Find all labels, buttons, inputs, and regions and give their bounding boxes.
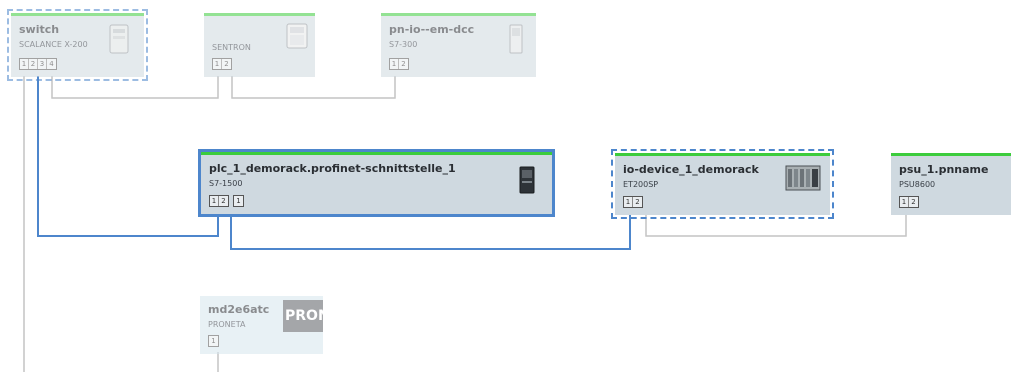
switch-device-icon [109, 24, 129, 54]
port-1[interactable]: 1 [234, 196, 243, 206]
device-name: pn-io--em-dcc [389, 23, 475, 36]
port-group: 1 2 [209, 195, 229, 207]
port-2[interactable]: 2 [633, 197, 642, 207]
port-2[interactable]: 2 [219, 196, 228, 206]
port-bar: 1 2 [212, 58, 232, 70]
device-node-plc[interactable]: plc_1_demorack.profinet-schnittstelle_1 … [198, 149, 555, 217]
link-switch-sentron[interactable] [51, 76, 219, 99]
port-1[interactable]: 1 [624, 197, 633, 207]
port-bar: 1 2 [623, 196, 643, 208]
port-1[interactable]: 1 [210, 196, 219, 206]
s7-300-device-icon [509, 24, 523, 54]
sentron-device-icon [286, 23, 308, 49]
port-bar: 1 2 [899, 196, 919, 208]
port-group: 1 2 [623, 196, 643, 208]
port-1[interactable]: 1 [20, 59, 29, 69]
device-node-switch[interactable]: switch SCALANCE X-200 1 2 3 4 [7, 9, 148, 81]
device-type: PSU8600 [899, 180, 936, 189]
port-bar: 1 [208, 335, 219, 347]
port-bar: 1 2 3 4 [19, 58, 57, 70]
link-sentron-pnio[interactable] [231, 76, 396, 99]
port-group: 1 [233, 195, 244, 207]
device-node-psu[interactable]: psu_1.pnname PSU8600 1 2 [891, 153, 1011, 215]
device-name: plc_1_demorack.profinet-schnittstelle_1 [209, 162, 456, 175]
device-name: md2e6atc [208, 303, 270, 316]
link-plc-iodevice[interactable] [230, 211, 631, 250]
device-name: io-device_1_demorack [623, 163, 759, 176]
port-4[interactable]: 4 [47, 59, 56, 69]
port-bar: 1 2 [389, 58, 409, 70]
port-1[interactable]: 1 [900, 197, 909, 207]
device-node-proneta[interactable]: md2e6atc PRONETA PRON 1 [200, 296, 323, 354]
device-type: S7-1500 [209, 179, 243, 188]
port-2[interactable]: 2 [399, 59, 408, 69]
port-3[interactable]: 3 [38, 59, 47, 69]
port-group: 1 2 3 4 [19, 58, 57, 70]
device-type: SENTRON [212, 43, 251, 52]
device-type: SCALANCE X-200 [19, 40, 88, 49]
device-name: psu_1.pnname [899, 163, 989, 176]
port-bar: 1 2 1 [209, 195, 244, 207]
port-2[interactable]: 2 [29, 59, 38, 69]
port-group: 1 2 [899, 196, 919, 208]
device-type: S7-300 [389, 40, 418, 49]
et200sp-device-icon [785, 165, 821, 191]
device-type: ET200SP [623, 180, 659, 189]
device-node-io-device[interactable]: io-device_1_demorack ET200SP 1 2 [611, 149, 834, 219]
port-1[interactable]: 1 [209, 336, 218, 346]
port-group: 1 [208, 335, 219, 347]
device-name: switch [19, 23, 60, 36]
port-2[interactable]: 2 [222, 59, 231, 69]
proneta-logo-icon: PRON [283, 300, 323, 332]
port-1[interactable]: 1 [390, 59, 399, 69]
port-1[interactable]: 1 [213, 59, 222, 69]
device-type: PRONETA [208, 320, 246, 329]
device-node-sentron[interactable]: SENTRON 1 2 [204, 13, 315, 77]
port-2[interactable]: 2 [909, 197, 918, 207]
device-node-pn-io[interactable]: pn-io--em-dcc S7-300 1 2 [381, 13, 536, 77]
proneta-logo-text: PRON [285, 308, 323, 324]
s7-1500-device-icon [519, 166, 535, 194]
topology-canvas[interactable]: switch SCALANCE X-200 1 2 3 4 SENTRON 1 [0, 0, 1011, 372]
port-group: 1 2 [389, 58, 409, 70]
link-switch-plc[interactable] [37, 76, 219, 237]
port-group: 1 2 [212, 58, 232, 70]
